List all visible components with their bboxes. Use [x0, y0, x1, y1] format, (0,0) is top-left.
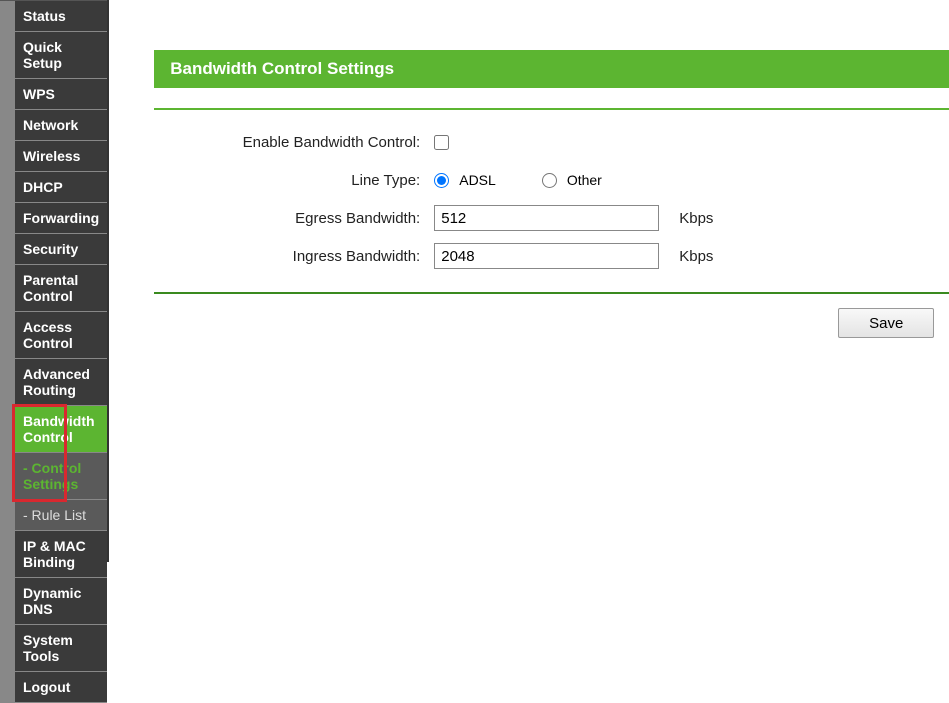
- label-line-type: Line Type:: [154, 172, 434, 189]
- sidebar-item-bandwidth-control[interactable]: Bandwidth Control: [15, 406, 107, 453]
- ingress-unit: Kbps: [679, 248, 713, 265]
- label-enable: Enable Bandwidth Control:: [154, 134, 434, 151]
- label-ingress: Ingress Bandwidth:: [154, 248, 434, 265]
- radio-opt-other[interactable]: Other: [542, 172, 602, 188]
- line-type-other-label: Other: [567, 172, 602, 188]
- row-ingress: Ingress Bandwidth: Kbps: [154, 242, 949, 270]
- sidebar-item-dhcp[interactable]: DHCP: [15, 172, 107, 203]
- sidebar-item-dynamic-dns[interactable]: Dynamic DNS: [15, 578, 107, 625]
- page-title: Bandwidth Control Settings: [154, 50, 949, 88]
- line-type-adsl-label: ADSL: [459, 172, 496, 188]
- main-content: Bandwidth Control Settings Enable Bandwi…: [109, 0, 949, 562]
- sidebar-item-security[interactable]: Security: [15, 234, 107, 265]
- row-egress: Egress Bandwidth: Kbps: [154, 204, 949, 232]
- line-type-other-radio[interactable]: [542, 173, 557, 188]
- radio-opt-adsl[interactable]: ADSL: [434, 172, 496, 188]
- sidebar-item-forwarding[interactable]: Forwarding: [15, 203, 107, 234]
- sidebar-item-system-tools[interactable]: System Tools: [15, 625, 107, 672]
- highlight-annotation: Bandwidth Control - Control Settings: [15, 406, 107, 500]
- row-line-type: Line Type: ADSL Other: [154, 166, 949, 194]
- sidebar-item-ip-mac-binding[interactable]: IP & MAC Binding: [15, 531, 107, 578]
- egress-unit: Kbps: [679, 210, 713, 227]
- sidebar-item-rule-list[interactable]: - Rule List: [15, 500, 107, 531]
- bottom-divider: [154, 292, 949, 294]
- sidebar-item-access-control[interactable]: Access Control: [15, 312, 107, 359]
- sidebar-item-logout[interactable]: Logout: [15, 672, 107, 703]
- sidebar-menu: Status Quick Setup WPS Network Wireless …: [15, 1, 107, 703]
- enable-bandwidth-checkbox[interactable]: [434, 135, 449, 150]
- settings-form: Enable Bandwidth Control: Line Type: ADS…: [154, 128, 949, 270]
- row-enable: Enable Bandwidth Control:: [154, 128, 949, 156]
- sidebar-item-parental-control[interactable]: Parental Control: [15, 265, 107, 312]
- sidebar-left-gutter: [0, 1, 15, 703]
- sidebar-item-wps[interactable]: WPS: [15, 79, 107, 110]
- sidebar-item-advanced-routing[interactable]: Advanced Routing: [15, 359, 107, 406]
- sidebar-item-status[interactable]: Status: [15, 1, 107, 32]
- sidebar-item-network[interactable]: Network: [15, 110, 107, 141]
- sidebar-item-wireless[interactable]: Wireless: [15, 141, 107, 172]
- line-type-adsl-radio[interactable]: [434, 173, 449, 188]
- save-button[interactable]: Save: [838, 308, 934, 338]
- sidebar-item-quick-setup[interactable]: Quick Setup: [15, 32, 107, 79]
- label-egress: Egress Bandwidth:: [154, 210, 434, 227]
- egress-bandwidth-input[interactable]: [434, 205, 659, 231]
- sidebar-item-control-settings[interactable]: - Control Settings: [15, 453, 107, 500]
- top-divider: [154, 108, 949, 110]
- ingress-bandwidth-input[interactable]: [434, 243, 659, 269]
